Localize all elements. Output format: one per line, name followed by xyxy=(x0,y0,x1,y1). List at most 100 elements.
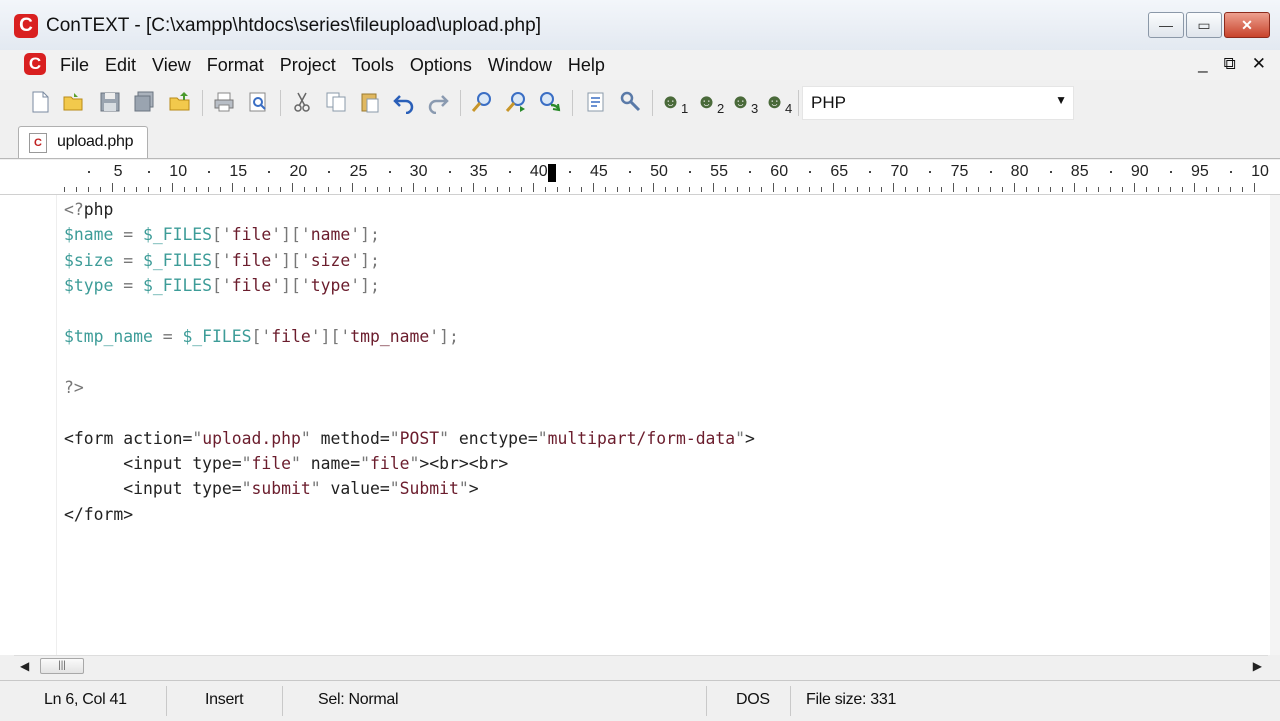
ruler-dot xyxy=(989,171,992,173)
user-tool-1-icon[interactable]: ☻1 xyxy=(660,90,688,121)
ruler-tick xyxy=(1169,187,1171,192)
user-tool-4-icon[interactable]: ☻4 xyxy=(764,90,792,121)
menu-project[interactable]: Project xyxy=(280,55,336,76)
ruler-dot xyxy=(148,171,151,173)
ruler-tick xyxy=(929,187,931,192)
status-position: Ln 6, Col 41 xyxy=(44,691,127,708)
ruler-label: 95 xyxy=(1190,163,1209,180)
user-tool-1-glyph: ☻ xyxy=(660,91,682,113)
document-minimize-button[interactable]: _ xyxy=(1198,54,1207,74)
settings-icon[interactable] xyxy=(618,90,642,114)
ruler-tick xyxy=(677,187,679,192)
ruler-tick xyxy=(725,187,727,192)
ruler-dot xyxy=(328,171,331,173)
menu-view[interactable]: View xyxy=(152,55,191,76)
tab-label: upload.php xyxy=(57,133,134,150)
language-select[interactable]: PHP ▼ xyxy=(802,86,1074,120)
menu-file[interactable]: File xyxy=(60,55,89,76)
ruler-label: 60 xyxy=(770,163,789,180)
ruler-dot xyxy=(1169,171,1172,173)
ruler-tick xyxy=(1253,183,1255,192)
replace-icon[interactable] xyxy=(538,90,562,114)
cut-icon[interactable] xyxy=(290,90,314,114)
menu-help[interactable]: Help xyxy=(568,55,605,76)
toolbar-separator xyxy=(460,90,461,116)
ruler-tick xyxy=(568,187,570,192)
menu-edit[interactable]: Edit xyxy=(105,55,136,76)
ruler-tick xyxy=(160,187,162,192)
ruler-label: 90 xyxy=(1130,163,1149,180)
ruler-tick xyxy=(412,183,414,192)
print-preview-icon[interactable] xyxy=(246,90,270,114)
save-all-icon[interactable] xyxy=(132,90,156,114)
ruler-tick xyxy=(881,187,883,192)
document-close-button[interactable]: ✕ xyxy=(1252,54,1266,74)
ruler-dot xyxy=(388,171,391,173)
open-file-icon[interactable] xyxy=(62,90,86,114)
chevron-down-icon[interactable]: ▼ xyxy=(1055,93,1067,107)
menu-window[interactable]: Window xyxy=(488,55,552,76)
ruler-tick xyxy=(376,187,378,192)
minimize-button[interactable]: — xyxy=(1148,12,1184,38)
ruler-tick xyxy=(1025,187,1027,192)
code-editor[interactable]: <?php $name = $_FILES['file']['name']; $… xyxy=(0,195,1270,655)
ruler-tick xyxy=(532,183,534,192)
vertical-scrollbar[interactable] xyxy=(1270,195,1280,655)
open-folder-icon[interactable] xyxy=(168,90,192,114)
ruler-tick xyxy=(268,187,270,192)
export-icon[interactable] xyxy=(584,90,608,114)
ruler-label: 30 xyxy=(409,163,428,180)
undo-icon[interactable] xyxy=(392,90,416,114)
maximize-button[interactable]: ▭ xyxy=(1186,12,1222,38)
code-text[interactable]: <?php $name = $_FILES['file']['name']; $… xyxy=(64,197,755,527)
document-window-controls: _ ⧉ ✕ xyxy=(1182,54,1266,74)
ruler-tick xyxy=(809,187,811,192)
ruler-tick xyxy=(857,187,859,192)
language-value: PHP xyxy=(811,93,846,112)
user-tool-3-icon[interactable]: ☻3 xyxy=(730,90,758,121)
toolbar-separator xyxy=(798,90,799,116)
ruler-tick xyxy=(100,187,102,192)
ruler-label: 75 xyxy=(950,163,969,180)
save-icon[interactable] xyxy=(98,90,122,114)
ruler-tick xyxy=(833,183,835,192)
ruler-tick xyxy=(208,187,210,192)
ruler-tick xyxy=(1121,187,1123,192)
find-next-icon[interactable] xyxy=(504,90,528,114)
menu-options[interactable]: Options xyxy=(410,55,472,76)
toolbar-separator xyxy=(202,90,203,116)
ruler-tick xyxy=(917,187,919,192)
scroll-left-icon[interactable]: ◀ xyxy=(20,659,29,673)
scroll-right-icon[interactable]: ▶ xyxy=(1253,659,1262,673)
new-file-icon[interactable] xyxy=(28,90,52,114)
paste-icon[interactable] xyxy=(358,90,382,114)
ruler-label: 85 xyxy=(1070,163,1089,180)
tab-strip: C upload.php xyxy=(0,124,1280,159)
ruler-tick xyxy=(965,187,967,192)
ruler-dot xyxy=(1049,171,1052,173)
document-restore-button[interactable]: ⧉ xyxy=(1224,54,1236,74)
ruler-label: 65 xyxy=(830,163,849,180)
ruler-label: 15 xyxy=(229,163,248,180)
document-menu-icon[interactable]: C xyxy=(24,53,46,75)
tab-upload-php[interactable]: C upload.php xyxy=(18,126,148,158)
print-icon[interactable] xyxy=(212,90,236,114)
find-icon[interactable] xyxy=(470,90,494,114)
ruler-dot xyxy=(869,171,872,173)
redo-icon[interactable] xyxy=(426,90,450,114)
user-tool-2-icon[interactable]: ☻2 xyxy=(696,90,724,121)
user-tool-3-glyph: ☻ xyxy=(730,91,752,113)
ruler-label: 50 xyxy=(650,163,668,180)
ruler-tick xyxy=(652,183,654,192)
horizontal-scrollbar[interactable]: ◀ ||| ▶ xyxy=(14,655,1268,676)
menu-tools[interactable]: Tools xyxy=(352,55,394,76)
ruler-dot xyxy=(448,171,451,173)
scrollbar-thumb[interactable]: ||| xyxy=(40,658,84,674)
ruler-tick xyxy=(821,187,823,192)
toolbar-separator xyxy=(572,90,573,116)
close-button[interactable]: ✕ xyxy=(1224,12,1270,38)
copy-icon[interactable] xyxy=(324,90,348,114)
php-file-icon: C xyxy=(29,133,47,153)
menu-format[interactable]: Format xyxy=(207,55,264,76)
ruler-tick xyxy=(520,187,522,192)
